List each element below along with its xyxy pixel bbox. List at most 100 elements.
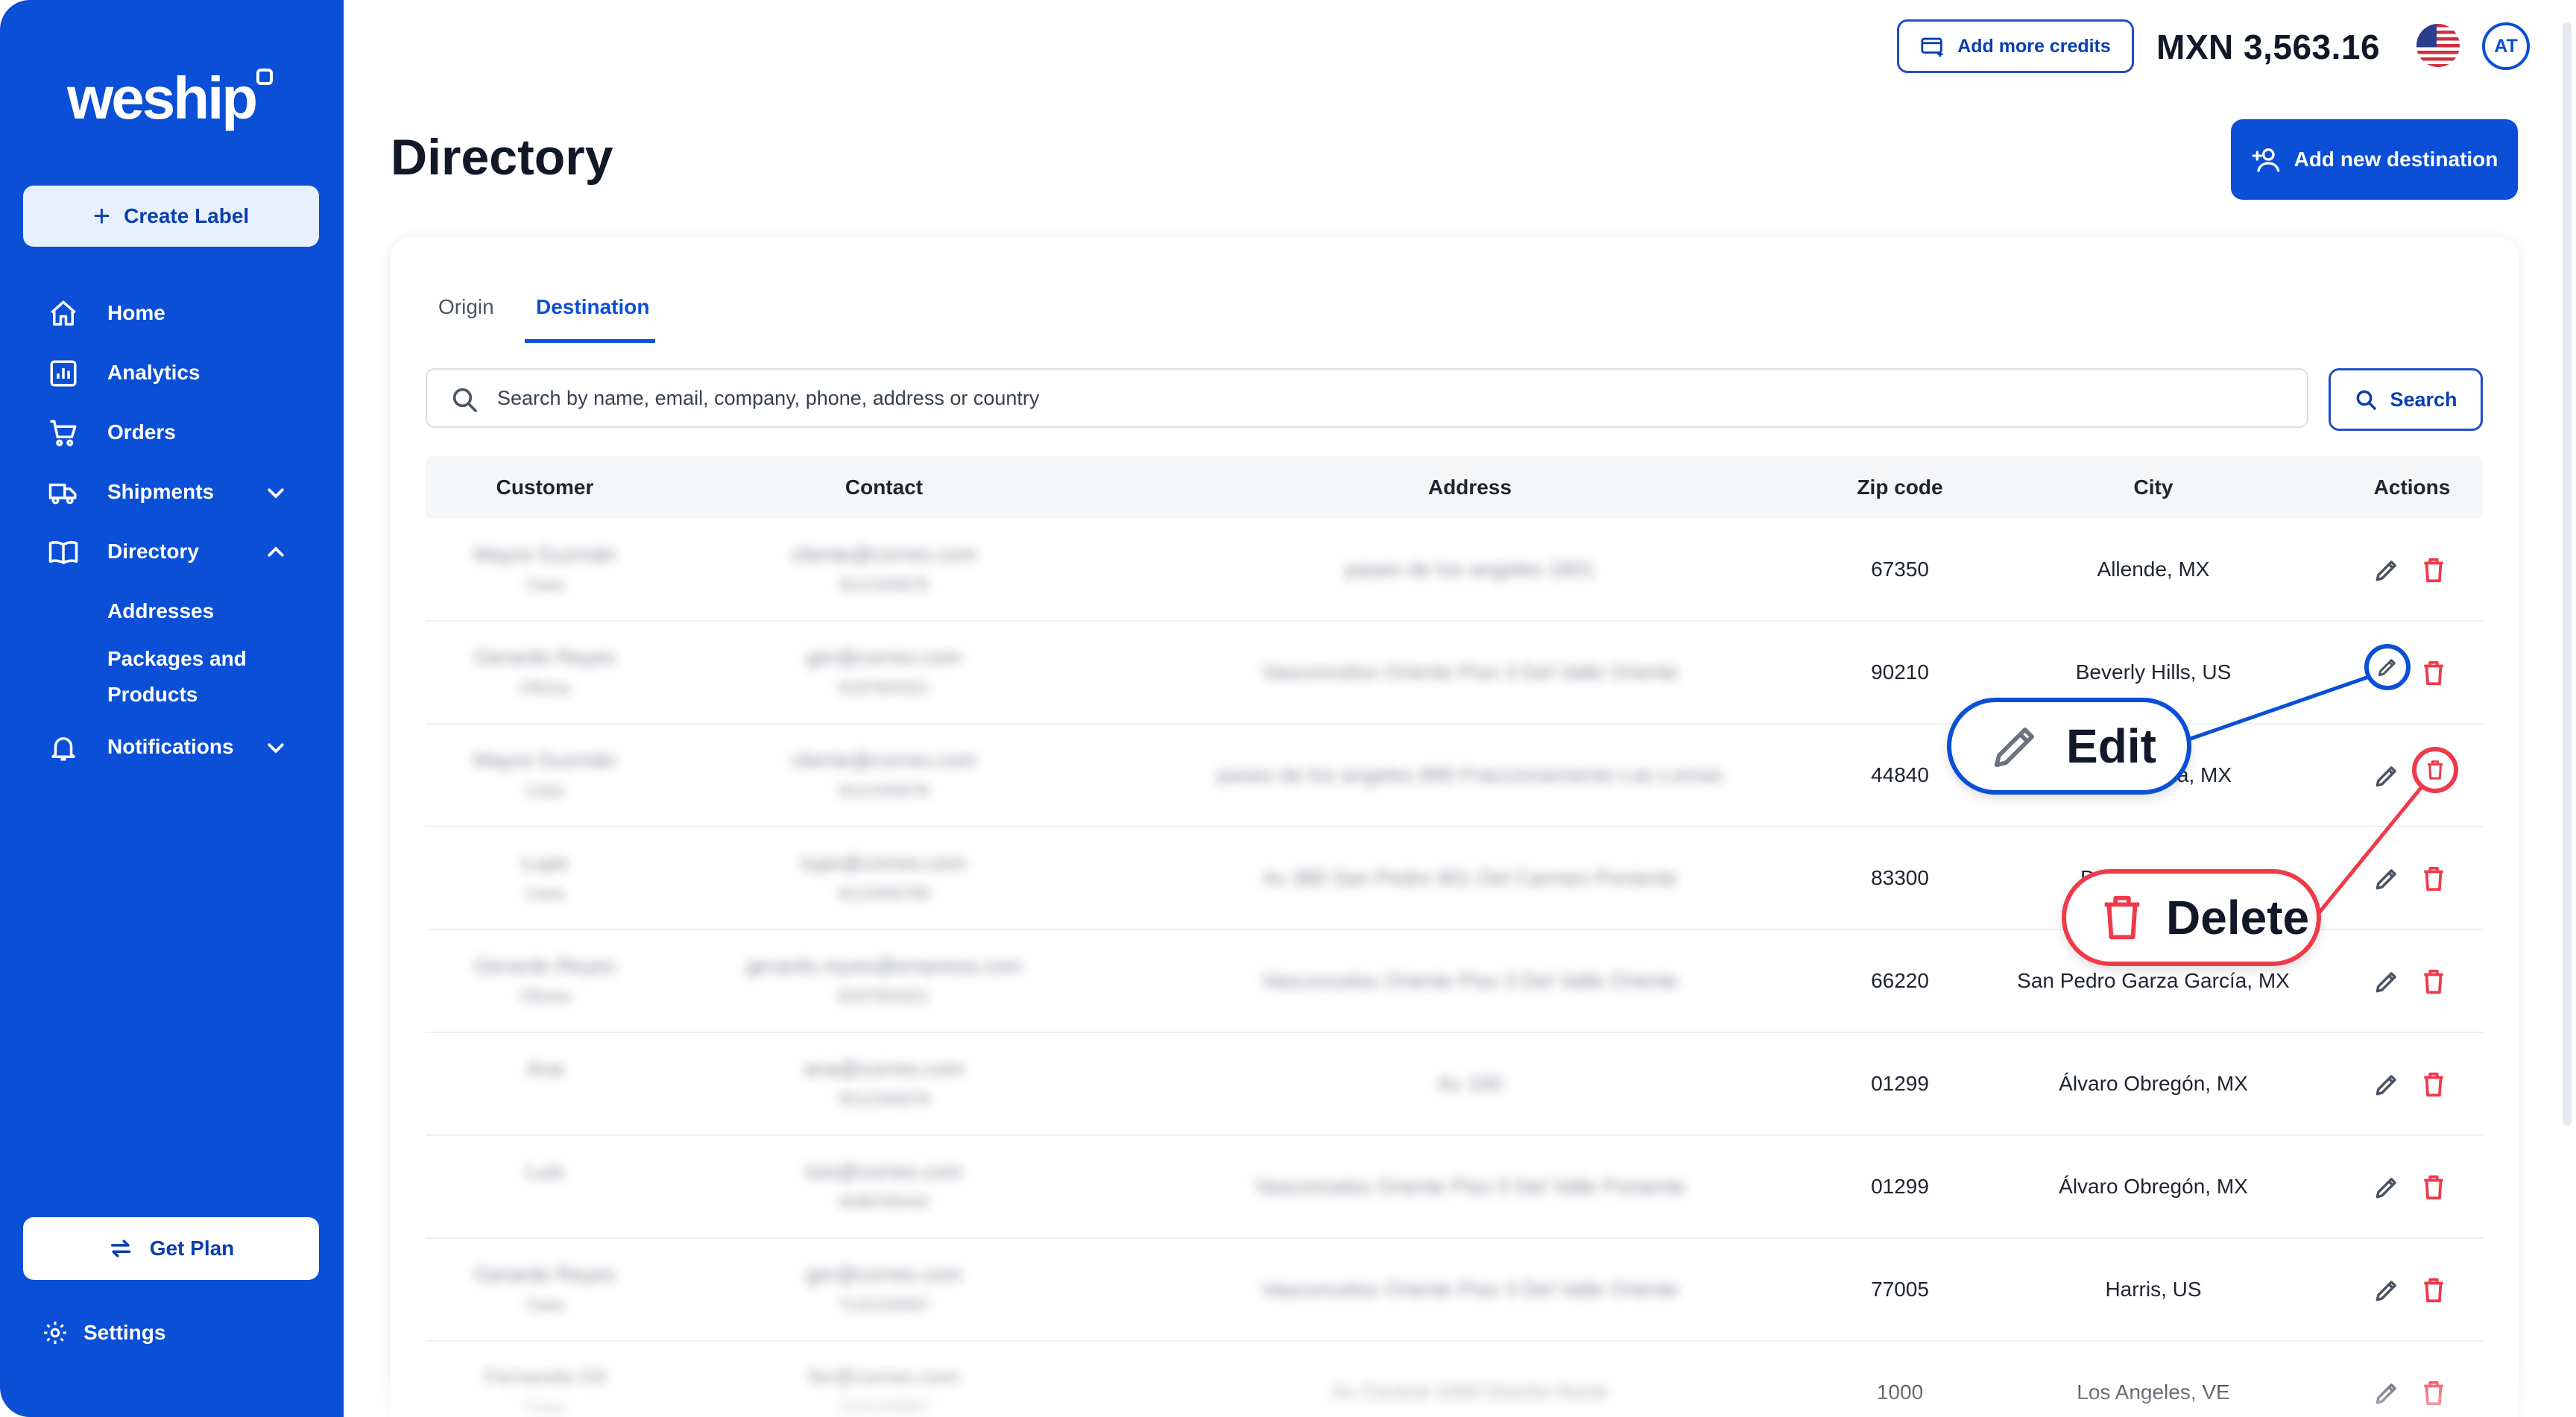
contact-phone: 8112345678 <box>839 575 929 594</box>
brand-logo[interactable]: weship <box>67 64 258 133</box>
contact-email: cliente@correo.com <box>791 748 977 771</box>
contact-phone: 8187654321 <box>838 987 930 1006</box>
pencil-icon <box>2373 766 2401 793</box>
swap-icon <box>110 1240 130 1257</box>
trash-icon <box>2419 558 2448 587</box>
sidebar-item-label: Orders <box>107 420 176 444</box>
zip-code: 77005 <box>1871 1278 1929 1301</box>
get-plan-button[interactable]: Get Plan <box>23 1217 319 1280</box>
zip-code: 66220 <box>1871 969 1929 992</box>
delete-callout: Delete <box>2062 869 2321 966</box>
city-name: Allende, MX <box>2097 558 2210 581</box>
truck-icon <box>48 483 77 505</box>
search-input[interactable]: Search by name, email, company, phone, a… <box>426 368 2308 428</box>
sidebar-item-home[interactable]: Home <box>0 283 344 343</box>
table-row: Mayra Guzmán Casa cliente@correo.com 811234… <box>426 519 2483 622</box>
avatar[interactable]: AT <box>2482 22 2530 70</box>
edit-highlight-ring[interactable] <box>2364 644 2411 690</box>
customer-name: Lupe <box>521 851 569 874</box>
trash-icon <box>2419 1175 2448 1205</box>
customer-alias: Casa <box>525 1296 564 1314</box>
trash-icon <box>2104 895 2140 940</box>
chevron-down-icon[interactable] <box>265 736 287 759</box>
search-button[interactable]: Search <box>2329 368 2483 431</box>
edit-row-button[interactable] <box>2373 968 2401 996</box>
city-name: San Pedro Garza García, MX <box>2017 969 2290 992</box>
sidebar-subitem-packages-products[interactable]: Packages and Products <box>0 641 344 713</box>
customer-alias: Oficina <box>519 987 571 1006</box>
add-credits-button[interactable]: Add more credits <box>1897 19 2134 73</box>
trash-icon <box>2419 1278 2448 1307</box>
sidebar-item-notifications[interactable]: Notifications <box>0 717 344 777</box>
add-credits-label: Add more credits <box>1957 35 2111 57</box>
city-name: Álvaro Obregón, MX <box>2059 1072 2248 1095</box>
sidebar-item-label: Shipments <box>107 480 215 503</box>
contact-email: ger@correo.com <box>806 1263 962 1286</box>
sidebar-item-orders[interactable]: Orders <box>0 403 344 462</box>
edit-row-button[interactable] <box>2373 1276 2401 1304</box>
zip-code: 83300 <box>1871 866 1929 889</box>
edit-row-button[interactable] <box>2373 762 2401 790</box>
pencil-icon <box>2373 1178 2401 1205</box>
sidebar-item-analytics[interactable]: Analytics <box>0 343 344 403</box>
sidebar-item-directory[interactable]: Directory <box>0 522 344 581</box>
customer-alias: Casa <box>525 884 564 903</box>
page-scrollbar[interactable] <box>2563 22 2572 1126</box>
add-user-icon <box>2252 148 2279 172</box>
create-label-text: Create Label <box>124 204 250 227</box>
city-name: Harris, US <box>2105 1278 2202 1301</box>
us-flag-icon[interactable] <box>2416 24 2460 67</box>
edit-row-button[interactable] <box>2373 1070 2401 1099</box>
get-plan-text: Get Plan <box>149 1237 235 1260</box>
table-header: Customer Contact Address Zip code City A… <box>426 456 2483 519</box>
chevron-down-icon[interactable] <box>265 482 287 504</box>
customer-name: Mayra Guzmán <box>473 748 616 771</box>
sidebar-subitem-addresses[interactable]: Addresses <box>0 581 344 641</box>
edit-row-button[interactable] <box>2373 556 2401 584</box>
chevron-up-icon[interactable] <box>265 541 287 564</box>
logo-mark-icon <box>256 69 273 85</box>
edit-callout: Edit <box>1947 698 2191 795</box>
delete-row-button[interactable] <box>2419 865 2448 893</box>
customer-name: Gerardo Reyes <box>474 954 616 977</box>
sidebar-subitem-label: Packages and <box>107 647 247 670</box>
bottom-fade <box>344 1364 2576 1417</box>
delete-highlight-ring[interactable] <box>2412 747 2458 793</box>
edit-row-button[interactable] <box>2373 1173 2401 1202</box>
column-header-actions: Actions <box>2373 476 2451 499</box>
contact-email: luis@correo.com <box>805 1160 963 1183</box>
add-destination-button[interactable]: Add new destination <box>2231 119 2518 200</box>
settings-link[interactable]: Settings <box>42 1319 165 1346</box>
contact-phone: 8187654321 <box>838 678 930 697</box>
delete-row-button[interactable] <box>2419 659 2448 687</box>
search-button-label: Search <box>2390 388 2457 411</box>
pencil-icon <box>2373 869 2401 896</box>
book-icon <box>48 540 78 564</box>
pencil-icon <box>2373 972 2401 999</box>
address-text: Vasconcelos Oriente Piso 3 Del Valle Ori… <box>1261 969 1679 992</box>
delete-row-button[interactable] <box>2419 556 2448 584</box>
delete-row-button[interactable] <box>2419 1070 2448 1099</box>
edit-row-button[interactable] <box>2373 865 2401 893</box>
delete-row-button[interactable] <box>2419 968 2448 996</box>
delete-row-button[interactable] <box>2419 1173 2448 1202</box>
zip-code: 44840 <box>1871 763 1929 786</box>
address-text: Vasconcelos Oriente Piso 3 Del Valle Ori… <box>1261 660 1679 684</box>
balance-amount: MXN 3,563.16 <box>2156 28 2381 66</box>
sidebar-item-shipments[interactable]: Shipments <box>0 462 344 522</box>
delete-row-button[interactable] <box>2419 1276 2448 1304</box>
sidebar-item-label: Home <box>107 301 165 324</box>
tab-active-indicator <box>525 339 655 343</box>
search-icon <box>452 388 477 412</box>
sidebar: weship + Create Label Home Analytics Ord… <box>0 0 344 1417</box>
sidebar-item-label: Notifications <box>107 735 234 758</box>
add-destination-label: Add new destination <box>2294 148 2498 171</box>
page-title: Directory <box>391 129 613 186</box>
city-name: Beverly Hills, US <box>2075 660 2232 684</box>
tab-origin[interactable]: Origin <box>438 295 494 319</box>
pencil-icon <box>2373 1281 2401 1307</box>
address-text: Av 100 <box>1437 1072 1503 1095</box>
sidebar-item-label: Directory <box>107 540 199 563</box>
tab-destination[interactable]: Destination <box>536 295 649 319</box>
create-label-button[interactable]: + Create Label <box>23 186 319 247</box>
